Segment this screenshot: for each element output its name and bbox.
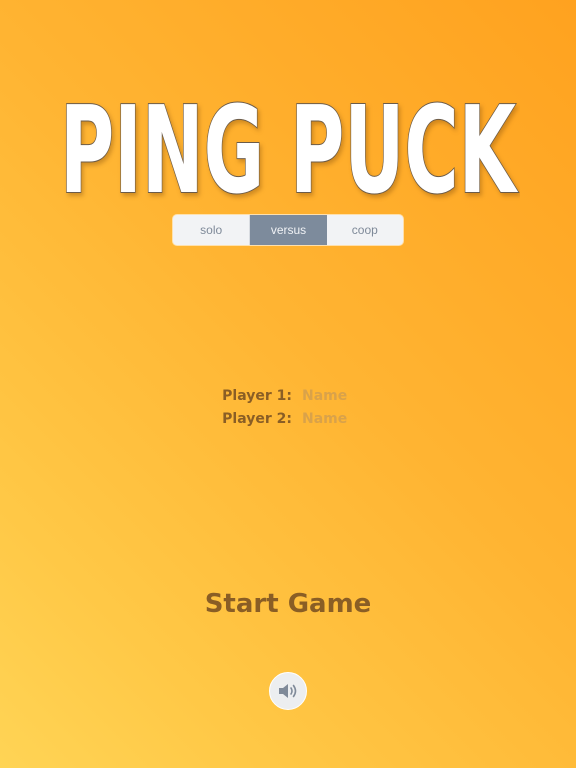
start-game-button[interactable]: Start Game xyxy=(188,584,388,624)
game-logo: PING PUCK xyxy=(59,81,519,205)
mode-coop-segment[interactable]: coop xyxy=(327,215,403,245)
player-2-row: Player 2: xyxy=(0,407,576,430)
player-2-name-input[interactable] xyxy=(302,408,442,429)
player-1-label: Player 1: xyxy=(222,387,292,404)
player-names-form: Player 1: Player 2: xyxy=(0,384,576,430)
game-menu-screen: PING PUCK solo versus coop Player 1: Pla… xyxy=(0,0,576,768)
player-1-name-input[interactable] xyxy=(302,385,442,406)
speaker-icon xyxy=(279,684,297,698)
player-2-label: Player 2: xyxy=(222,410,292,427)
game-logo-text: PING PUCK xyxy=(60,82,518,205)
mode-solo-segment[interactable]: solo xyxy=(173,215,251,245)
sound-toggle-button[interactable] xyxy=(269,672,307,710)
mode-versus-segment[interactable]: versus xyxy=(250,215,327,245)
player-1-row: Player 1: xyxy=(0,384,576,407)
mode-segmented-control: solo versus coop xyxy=(173,215,403,245)
